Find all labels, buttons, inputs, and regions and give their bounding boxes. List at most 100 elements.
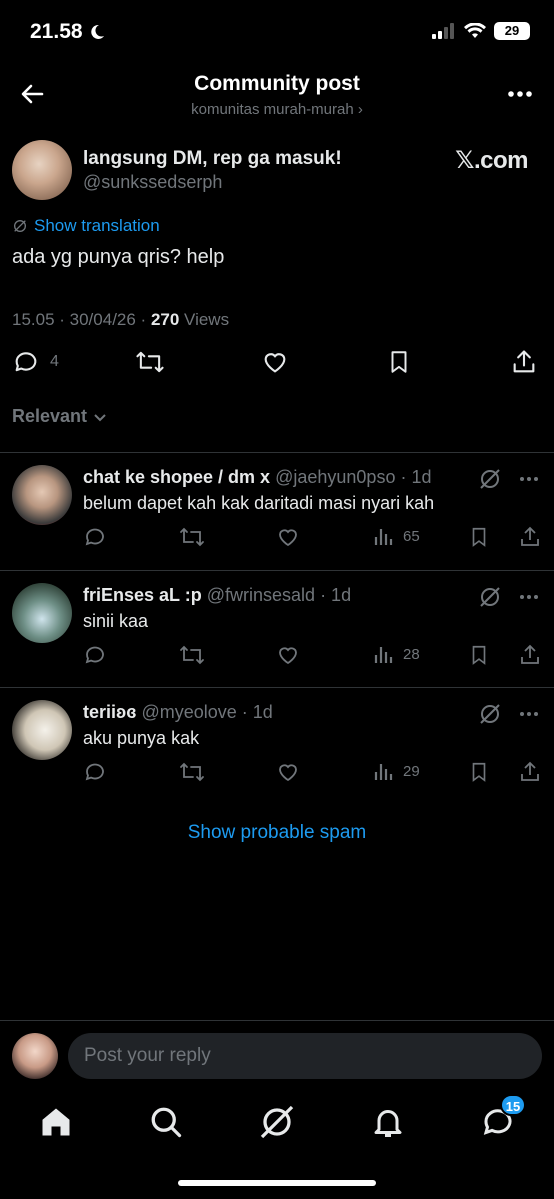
like-icon[interactable] [275,525,301,549]
my-avatar [12,1033,58,1079]
share-icon[interactable] [518,525,542,549]
status-indicators: 29 [432,22,530,40]
repost-button[interactable] [134,348,166,376]
reply-views: 65 [403,527,420,545]
grok-icon[interactable] [259,1104,295,1140]
post-meta: 15.05 · 30/04/26 · 270 Views [12,310,229,330]
views-label: Views [179,310,230,329]
reply-top-icons [478,702,540,726]
reply-author-name[interactable]: friEnses aL :p [83,585,202,605]
bookmark-icon[interactable] [468,760,490,784]
messages-tab[interactable]: 15 [480,1094,526,1140]
more-icon[interactable] [518,702,540,726]
show-translation-link[interactable]: Show translation [12,216,160,236]
reply-author-name[interactable]: chat ke shopee / dm x [83,467,270,487]
home-icon[interactable] [38,1104,74,1140]
reply-count: 4 [50,353,59,370]
reply-button[interactable]: 4 [12,348,59,376]
views-icon [374,529,393,545]
reply-item[interactable]: chat ke shopee / dm x @jaehyun0pso · 1d … [0,453,554,570]
reply-item[interactable]: friEnses aL :p @fwrinsesald · 1d sinii k… [0,571,554,688]
grok-icon[interactable] [478,467,502,491]
reply-avatar[interactable] [12,583,72,643]
share-button[interactable] [510,348,538,376]
source-badge: 𝕏.com [455,147,528,174]
status-bar: 21.58 29 [0,0,554,64]
sort-label: Relevant [12,406,88,426]
bookmark-icon[interactable] [468,643,490,667]
grok-icon[interactable] [478,702,502,726]
author-name[interactable]: langsung DM, rep ga masuk! [83,148,342,170]
wifi-icon [464,23,486,38]
like-icon[interactable] [275,760,301,784]
reply-icon[interactable] [83,760,107,784]
share-icon[interactable] [518,760,542,784]
reply-icon[interactable] [83,643,107,667]
reply-text: belum dapet kah kak daritadi masi nyari … [83,493,435,513]
reply-avatar[interactable] [12,700,72,760]
repost-icon [136,351,164,373]
like-icon [264,353,286,373]
repost-icon[interactable] [178,643,206,667]
more-icon[interactable] [504,78,536,110]
reply-text: sinii kaa [83,611,149,631]
like-button[interactable] [260,348,290,376]
reply-icon[interactable] [83,525,107,549]
reply-top-icons [478,467,540,491]
grok-icon [14,220,26,232]
reply-actions: 65 [0,525,554,555]
views-button[interactable]: 28 [373,643,420,665]
reply-author-handle[interactable]: @fwrinsesald [207,585,315,605]
bookmark-icon[interactable] [468,525,490,549]
reply-top-icons [478,585,540,609]
reply-header: teriiʚɞ @myeolove · 1d [83,702,273,723]
sort-dropdown[interactable]: Relevant [12,406,107,427]
views-icon [374,647,393,663]
battery-indicator: 29 [494,22,530,40]
reply-author-handle[interactable]: @jaehyun0pso [275,467,395,487]
reply-time: · 1d [400,467,432,487]
bottom-nav: 15 [0,1094,554,1154]
reply-avatar[interactable] [12,465,72,525]
post-text: ada yg punya qris? help [12,246,225,268]
notifications-icon[interactable] [370,1104,406,1140]
grok-icon[interactable] [478,585,502,609]
reply-author-handle[interactable]: @myeolove [141,702,236,722]
chevron-down-icon [94,413,106,421]
share-icon [513,350,535,373]
views-icon [374,764,393,780]
reply-text: aku punya kak [83,728,200,748]
reply-time: · 1d [241,702,273,722]
views-count: 270 [150,310,180,329]
more-icon[interactable] [518,467,540,491]
reply-actions: 28 [0,643,554,673]
like-icon[interactable] [275,643,301,667]
author-handle[interactable]: @sunkssedserph [83,172,222,193]
signal-icon [432,23,454,39]
reply-header: friEnses aL :p @fwrinsesald · 1d [83,585,351,606]
bookmark-button[interactable] [386,348,412,376]
show-probable-spam-link[interactable]: Show probable spam [0,822,554,844]
moon-icon [90,24,104,39]
page-title: Community post [194,72,360,95]
top-header: Community post komunitas murah-murah › [0,64,554,124]
community-link[interactable]: komunitas murah-murah › [0,101,554,118]
more-icon[interactable] [518,585,540,609]
status-time-text: 21.58 [30,20,83,43]
views-button[interactable]: 65 [373,525,420,547]
post-actions: 4 [0,348,554,388]
author-avatar[interactable] [12,140,72,200]
reply-input[interactable] [68,1033,542,1079]
reply-time: · 1d [320,585,352,605]
search-icon[interactable] [148,1104,184,1140]
messages-badge: 15 [500,1094,526,1116]
show-translation-label: Show translation [34,216,160,235]
views-button[interactable]: 29 [373,760,420,782]
reply-views: 29 [403,762,420,780]
repost-icon[interactable] [178,525,206,549]
reply-author-name[interactable]: teriiʚɞ [83,702,136,722]
repost-icon[interactable] [178,760,206,784]
reply-item[interactable]: teriiʚɞ @myeolove · 1d aku punya kak 29 [0,688,554,805]
reply-composer [0,1020,554,1090]
share-icon[interactable] [518,643,542,667]
